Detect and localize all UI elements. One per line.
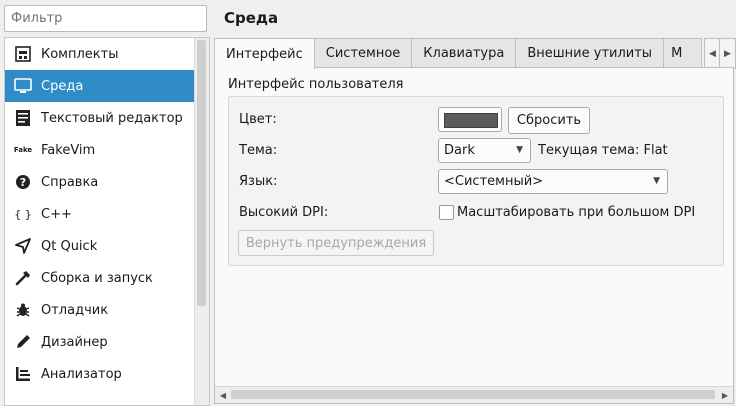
color-swatch [444, 113, 498, 128]
sidebar-item-label: Дизайнер [41, 334, 108, 350]
panel-horizontal-scrollbar[interactable]: ◀ ▶ [215, 386, 733, 403]
sidebar-item-cpp[interactable]: { } C++ [5, 198, 195, 230]
scroll-right-icon[interactable]: ▶ [718, 388, 732, 402]
tab-system[interactable]: Системное [313, 38, 413, 68]
theme-select[interactable]: Dark ▼ [438, 138, 531, 163]
sidebar-item-label: FakeVim [41, 142, 96, 158]
bug-icon [12, 301, 34, 319]
tab-more[interactable]: М [663, 38, 703, 68]
sidebar-item-label: Справка [41, 174, 99, 190]
analyzer-icon [12, 365, 34, 383]
sidebar-item-qt-quick[interactable]: Qt Quick [5, 230, 195, 262]
fakevim-icon: Fake [12, 141, 34, 159]
sidebar-scrollbar[interactable] [194, 38, 209, 405]
sidebar-item-debugger[interactable]: Отладчик [5, 294, 195, 326]
chevron-down-icon: ▼ [516, 145, 523, 155]
horizontal-scrollbar-thumb[interactable] [231, 390, 715, 399]
language-select-value: <Системный> [444, 174, 544, 189]
theme-label: Тема: [239, 143, 278, 158]
chevron-left-icon: ◀ [709, 48, 716, 59]
sidebar-item-label: Комплекты [41, 46, 119, 62]
filter-input[interactable] [4, 5, 207, 32]
tab-external-tools[interactable]: Внешние утилиты [515, 38, 665, 68]
sidebar-item-text-editor[interactable]: Текстовый редактор [5, 102, 195, 134]
sidebar-item-label: Текстовый редактор [41, 110, 183, 126]
sidebar-item-label: Qt Quick [41, 238, 98, 254]
tab-bar: Интерфейс Системное Клавиатура Внешние у… [214, 38, 704, 69]
tab-label: Клавиатура [423, 46, 505, 61]
sidebar-item-designer[interactable]: Дизайнер [5, 326, 195, 358]
sidebar-item-fakevim[interactable]: Fake FakeVim [5, 134, 195, 166]
page-title: Среда [224, 9, 279, 27]
sidebar-item-label: Среда [41, 78, 84, 94]
hammer-icon [12, 269, 34, 287]
reset-warnings-button[interactable]: Вернуть предупреждения [238, 230, 434, 256]
language-select[interactable]: <Системный> ▼ [438, 169, 668, 194]
tab-scroll-right-button[interactable]: ▶ [719, 38, 736, 69]
tab-interface[interactable]: Интерфейс [214, 38, 315, 69]
language-label: Язык: [239, 174, 278, 189]
qt-quick-icon [12, 237, 34, 255]
tab-label: Интерфейс [226, 46, 303, 62]
pencil-icon [12, 333, 34, 351]
sidebar-item-environment[interactable]: Среда [5, 70, 195, 102]
tab-scroll-buttons: ◀ ▶ [704, 38, 736, 69]
svg-text:?: ? [20, 176, 26, 189]
category-list[interactable]: Комплекты Среда Текстовый редактор Fake … [4, 37, 210, 406]
dpi-scaling-checkbox[interactable] [439, 205, 454, 220]
chevron-down-icon: ▼ [653, 176, 660, 186]
sidebar-item-build-run[interactable]: Сборка и запуск [5, 262, 195, 294]
sidebar-item-label: Отладчик [41, 302, 109, 318]
chevron-right-icon: ▶ [724, 48, 731, 59]
braces-icon-text: { } [14, 207, 32, 221]
group-title: Интерфейс пользователя [228, 77, 404, 92]
kits-icon [12, 45, 34, 63]
scroll-left-icon[interactable]: ◀ [216, 388, 230, 402]
sidebar-item-label: Анализатор [41, 366, 122, 382]
color-picker-button[interactable] [438, 107, 502, 132]
tab-label: Системное [325, 46, 401, 61]
sidebar-item-label: Сборка и запуск [41, 270, 153, 286]
sidebar-item-label: C++ [41, 206, 72, 222]
help-icon: ? [12, 173, 34, 191]
dpi-label: Высокий DPI: [239, 205, 329, 220]
braces-icon: { } [12, 205, 34, 223]
dpi-checkbox-label[interactable]: Масштабировать при большом DPI [457, 205, 695, 220]
tab-keyboard[interactable]: Клавиатура [411, 38, 517, 68]
sidebar-scrollbar-thumb[interactable] [197, 40, 206, 306]
sidebar-item-kits[interactable]: Комплекты [5, 38, 195, 70]
tab-label: Внешние утилиты [527, 46, 653, 61]
text-editor-icon [12, 109, 34, 127]
sidebar-item-analyzer[interactable]: Анализатор [5, 358, 195, 390]
current-theme-text: Текущая тема: Flat [538, 143, 668, 158]
theme-select-value: Dark [444, 143, 475, 158]
fakevim-icon-text: Fake [13, 146, 33, 154]
tab-label: М [671, 46, 683, 61]
reset-color-button[interactable]: Сбросить [508, 107, 590, 134]
category-items: Комплекты Среда Текстовый редактор Fake … [5, 38, 195, 390]
color-label: Цвет: [239, 112, 277, 127]
sidebar-item-help[interactable]: ? Справка [5, 166, 195, 198]
monitor-icon [12, 77, 34, 95]
